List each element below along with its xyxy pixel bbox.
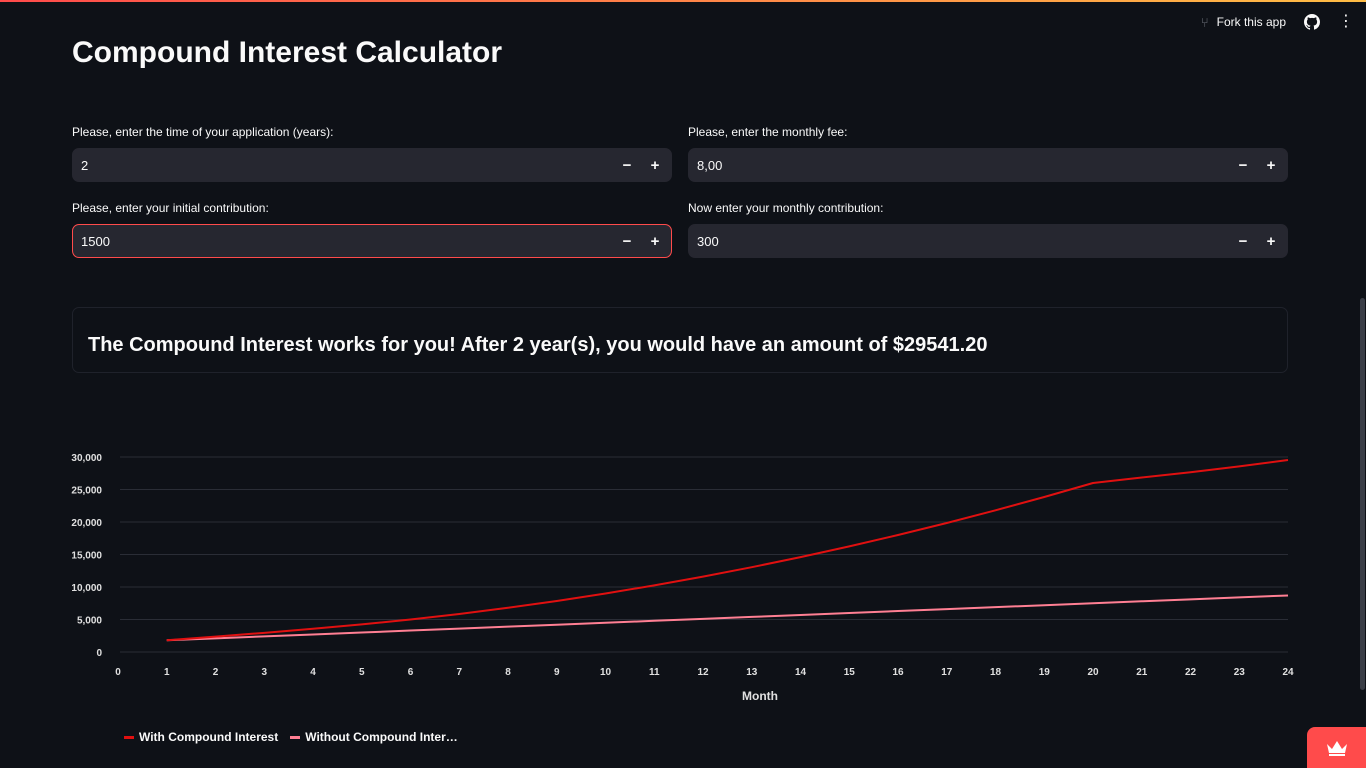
monthly-number-input: − +: [688, 224, 1288, 258]
legend-label-with-compound: With Compound Interest: [139, 730, 279, 744]
initial-decrement-button[interactable]: −: [613, 225, 641, 257]
x-tick-label: 15: [844, 667, 856, 678]
fork-label: Fork this app: [1216, 15, 1286, 29]
x-tick-label: 23: [1234, 667, 1246, 678]
fee-input[interactable]: [689, 156, 1229, 174]
years-label: Please, enter the time of your applicati…: [72, 125, 334, 139]
x-tick-label: 8: [505, 667, 511, 678]
x-tick-label: 13: [746, 667, 758, 678]
streamlit-badge[interactable]: [1307, 727, 1366, 768]
x-tick-label: 0: [115, 667, 121, 678]
x-tick-label: 3: [261, 667, 267, 678]
x-tick-label: 21: [1136, 667, 1148, 678]
page-title: Compound Interest Calculator: [72, 36, 503, 69]
x-tick-label: 11: [649, 667, 660, 678]
x-tick-label: 17: [941, 667, 953, 678]
x-tick-label: 7: [456, 667, 462, 678]
years-number-input: − +: [72, 148, 672, 182]
monthly-label: Now enter your monthly contribution:: [688, 201, 884, 215]
header-toolbar: ⑂ Fork this app ⋮: [1201, 12, 1354, 32]
x-tick-label: 2: [213, 667, 219, 678]
crown-icon: [1326, 740, 1347, 756]
line-chart: 05,00010,00015,00020,00025,00030,0000 1 2 3…: [71, 453, 1294, 703]
fee-decrement-button[interactable]: −: [1229, 149, 1257, 181]
x-tick-label: 12: [697, 667, 709, 678]
monthly-increment-button[interactable]: +: [1257, 225, 1285, 257]
result-container: The Compound Interest works for you! Aft…: [72, 307, 1288, 373]
monthly-decrement-button[interactable]: −: [1229, 225, 1257, 257]
page-scrollbar[interactable]: [1360, 298, 1365, 690]
x-tick-label: 16: [892, 667, 904, 678]
monthly-input[interactable]: [689, 232, 1229, 250]
legend-label-without-compound: Without Compound Inter…: [305, 730, 458, 744]
years-increment-button[interactable]: +: [641, 149, 669, 181]
legend-item-with-compound[interactable]: With Compound Interest: [124, 730, 278, 744]
x-tick-label: 18: [990, 667, 1002, 678]
initial-increment-button[interactable]: +: [641, 225, 669, 257]
y-tick-label: 10,000: [71, 583, 102, 594]
y-tick-label: 25,000: [71, 486, 102, 497]
series-line-with-compound: [166, 458, 1289, 642]
years-field: Please, enter the time of your applicati…: [72, 125, 672, 182]
github-icon[interactable]: [1304, 14, 1320, 30]
y-tick-label: 0: [96, 648, 102, 659]
fee-number-input: − +: [688, 148, 1288, 182]
legend-swatch-with-compound: [124, 735, 134, 739]
fork-app-button[interactable]: ⑂ Fork this app: [1201, 15, 1286, 30]
years-input[interactable]: [73, 156, 613, 174]
series-line-without-compound: [166, 594, 1289, 642]
y-tick-label: 30,000: [71, 453, 102, 464]
x-axis-label: Month: [742, 689, 778, 703]
chart-legend: With Compound Interest Without Compound …: [124, 730, 458, 744]
initial-input[interactable]: [73, 232, 613, 250]
legend-swatch-without-compound: [290, 735, 301, 739]
top-decoration-bar: [0, 0, 1366, 2]
fork-icon: ⑂: [1200, 14, 1209, 30]
initial-label: Please, enter your initial contribution:: [72, 201, 269, 215]
monthly-field: Now enter your monthly contribution: − +: [688, 201, 1288, 258]
x-tick-label: 14: [795, 667, 807, 678]
x-tick-label: 24: [1282, 667, 1294, 678]
y-tick-label: 5,000: [77, 616, 102, 627]
y-tick-label: 15,000: [71, 551, 102, 562]
x-tick-label: 4: [310, 667, 316, 678]
y-tick-label: 20,000: [71, 518, 102, 529]
fee-label: Please, enter the monthly fee:: [688, 125, 848, 139]
legend-item-without-compound[interactable]: Without Compound Inter…: [290, 730, 458, 744]
initial-number-input: − +: [72, 224, 672, 258]
x-tick-label: 10: [600, 667, 612, 678]
x-tick-label: 5: [359, 667, 365, 678]
kebab-menu-icon[interactable]: ⋮: [1338, 14, 1354, 30]
x-tick-label: 9: [554, 667, 560, 678]
x-tick-label: 22: [1185, 667, 1197, 678]
x-tick-label: 1: [164, 667, 170, 678]
years-decrement-button[interactable]: −: [613, 149, 641, 181]
fee-increment-button[interactable]: +: [1257, 149, 1285, 181]
result-message: The Compound Interest works for you! Aft…: [88, 334, 988, 356]
x-tick-label: 20: [1087, 667, 1099, 678]
initial-field: Please, enter your initial contribution:…: [72, 201, 672, 258]
x-tick-label: 6: [408, 667, 414, 678]
x-tick-label: 19: [1039, 667, 1051, 678]
fee-field: Please, enter the monthly fee: − +: [688, 125, 1288, 182]
